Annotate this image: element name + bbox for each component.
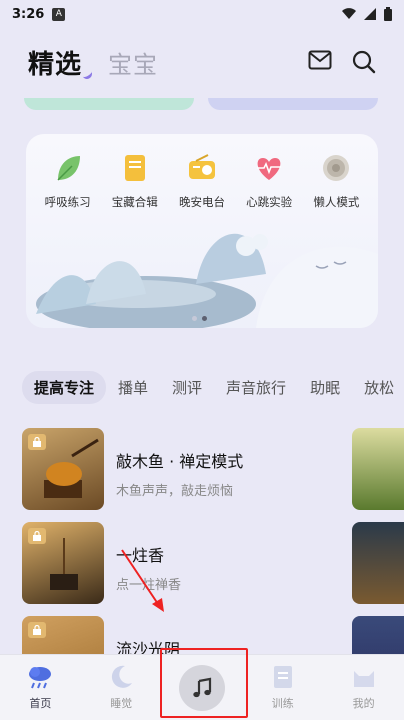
feature-radio[interactable]: 晚安电台 xyxy=(170,152,234,210)
signal-icon xyxy=(364,8,376,20)
tab-featured-label: 精选 xyxy=(28,49,83,80)
feature-lazy-mode[interactable]: 懒人模式 xyxy=(304,152,368,210)
feature-label: 懒人模式 xyxy=(313,195,360,209)
nav-home[interactable]: 首页 xyxy=(10,663,70,711)
active-tab-indicator xyxy=(80,66,94,81)
feature-card: 呼吸练习 宝藏合辑 晚安电台 心跳实验 懒人模式 xyxy=(26,134,378,328)
mail-icon[interactable] xyxy=(308,50,332,70)
item-title: 敲木鱼 · 禅定模式 xyxy=(116,452,244,471)
category-tab-sound-travel[interactable]: 声音旅行 xyxy=(214,377,298,398)
leaf-icon xyxy=(57,156,80,181)
moon-icon xyxy=(112,665,133,688)
side-item-thumbnail[interactable] xyxy=(352,522,404,604)
side-item-thumbnail[interactable] xyxy=(352,428,404,510)
nav-label: 训练 xyxy=(271,697,294,710)
carousel-dots xyxy=(192,316,207,321)
lock-icon xyxy=(28,528,46,544)
feature-label: 心跳实验 xyxy=(246,195,293,209)
battery-icon xyxy=(384,7,392,21)
heartbeat-icon xyxy=(257,158,282,180)
search-icon[interactable] xyxy=(352,50,376,74)
feature-breathing[interactable]: 呼吸练习 xyxy=(36,152,100,210)
tab-featured[interactable]: 精选 xyxy=(28,44,94,81)
notebook-icon xyxy=(124,155,145,181)
item-thumbnail xyxy=(22,428,104,510)
category-tab-sleep-aid[interactable]: 助眠 xyxy=(298,377,352,398)
notification-badge: A xyxy=(52,7,66,21)
red-highlight-annotation xyxy=(160,648,248,718)
feature-label: 宝藏合辑 xyxy=(111,195,158,209)
item-thumbnail xyxy=(22,522,104,604)
category-tab-relax[interactable]: 放松 xyxy=(352,377,404,398)
category-tabs: 提高专注 播单 测评 声音旅行 助眠 放松 xyxy=(22,370,404,404)
category-tab-assessment[interactable]: 测评 xyxy=(160,377,214,398)
cloud-rain-icon xyxy=(29,667,52,689)
red-arrow-annotation xyxy=(121,549,164,612)
radio-icon xyxy=(188,154,215,179)
status-time: 3:26 xyxy=(12,6,45,22)
nav-sleep[interactable]: 睡觉 xyxy=(91,663,151,711)
checklist-icon xyxy=(273,666,292,688)
feature-label: 晚安电台 xyxy=(178,195,225,209)
top-header: 精选 宝宝 xyxy=(0,40,404,84)
list-item[interactable]: 一炷香 点一炷禅香 xyxy=(22,522,352,604)
speaker-icon xyxy=(323,155,350,181)
nav-label: 我的 xyxy=(352,697,375,710)
item-subtitle: 木鱼声声，敲走烦恼 xyxy=(116,484,234,499)
category-tab-focus[interactable]: 提高专注 xyxy=(22,370,107,404)
cat-icon xyxy=(353,671,374,687)
feature-collection[interactable]: 宝藏合辑 xyxy=(103,152,167,210)
banner-card-1[interactable] xyxy=(24,98,194,110)
nav-label: 睡觉 xyxy=(110,697,133,710)
nav-training[interactable]: 训练 xyxy=(253,663,313,711)
category-tab-playlist[interactable]: 播单 xyxy=(106,377,160,398)
banner-card-2[interactable] xyxy=(208,98,378,110)
list-item[interactable]: 敲木鱼 · 禅定模式 木鱼声声，敲走烦恼 xyxy=(22,428,352,510)
feature-label: 呼吸练习 xyxy=(44,195,91,209)
tab-baby[interactable]: 宝宝 xyxy=(108,45,158,80)
lock-icon xyxy=(28,622,46,638)
carousel-dot xyxy=(192,316,197,321)
feature-heartbeat[interactable]: 心跳实验 xyxy=(237,152,301,210)
nav-label: 首页 xyxy=(29,697,52,710)
carousel-dot-active xyxy=(202,316,207,321)
lock-icon xyxy=(28,434,46,450)
nav-profile[interactable]: 我的 xyxy=(334,663,394,711)
wifi-icon xyxy=(342,8,356,19)
clouds-illustration xyxy=(36,233,378,328)
status-bar: 3:26 A xyxy=(0,0,404,28)
